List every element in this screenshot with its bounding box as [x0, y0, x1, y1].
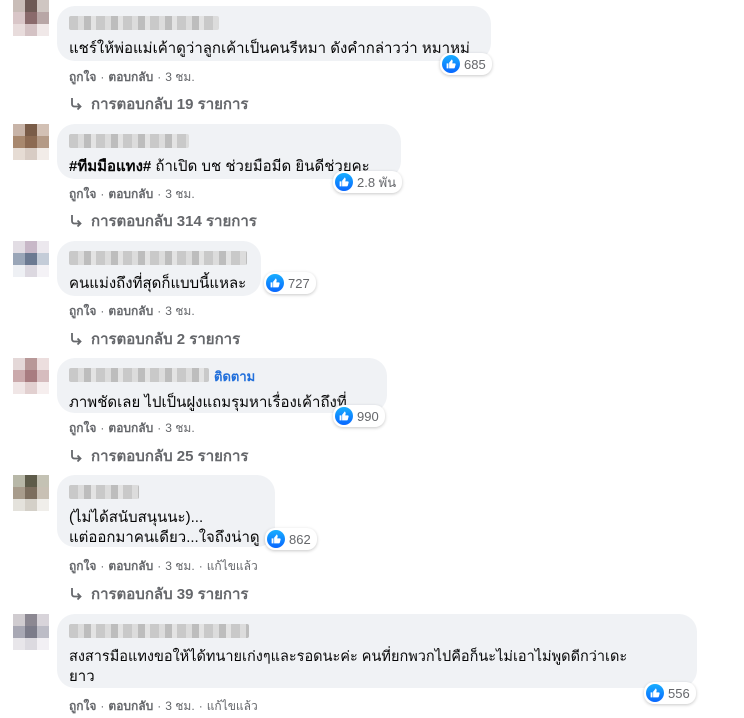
reaction-badge[interactable]: 2.8 พัน: [333, 171, 403, 193]
replies-count-label: การตอบกลับ 314 รายการ: [91, 213, 257, 230]
author-name-blurred[interactable]: [69, 484, 139, 499]
avatar[interactable]: [13, 0, 49, 36]
like-link[interactable]: ถูกใจ: [69, 187, 96, 201]
like-link[interactable]: ถูกใจ: [69, 559, 96, 573]
replies-count-label: การตอบกลับ 39 รายการ: [91, 586, 249, 603]
reply-link[interactable]: ตอบกลับ: [108, 421, 153, 435]
edited-label[interactable]: แก้ไขแล้ว: [207, 559, 258, 573]
hashtag-link[interactable]: #ทีมมือแทง#: [69, 158, 151, 175]
view-replies-link[interactable]: การตอบกลับ 2 รายการ: [69, 327, 240, 351]
author-name-blurred[interactable]: [69, 15, 219, 30]
reply-arrow-icon: [71, 215, 82, 228]
author-name-blurred[interactable]: [69, 133, 189, 148]
reply-link[interactable]: ตอบกลับ: [108, 304, 153, 318]
like-link[interactable]: ถูกใจ: [69, 70, 96, 84]
view-replies-link[interactable]: การตอบกลับ 25 รายการ: [69, 444, 248, 468]
author-name-blurred[interactable]: [69, 250, 247, 265]
follow-link[interactable]: ติดตาม: [214, 369, 255, 384]
like-link[interactable]: ถูกใจ: [69, 304, 96, 318]
comment-text-line-1: สงสารมือแทงขอให้ได้ทนายเก่งๆและรอดนะค่ะ …: [69, 649, 628, 665]
reaction-badge[interactable]: 990: [333, 405, 385, 427]
reaction-badge[interactable]: 685: [440, 53, 492, 75]
timestamp[interactable]: 3 ชม.: [165, 70, 194, 84]
comment-text: คนแม่งถึงที่สุดก็แบบนี้แหละ: [69, 275, 247, 292]
comment-bubble: (ไม่ได้สนับสนุนนะ)... แต่ออกมาคนเดียว...…: [57, 475, 275, 547]
reply-link[interactable]: ตอบกลับ: [108, 699, 153, 713]
comment-actions: ถูกใจ · ตอบกลับ · 3 ชม.: [69, 70, 195, 84]
timestamp[interactable]: 3 ชม.: [165, 304, 194, 318]
author-name-blurred[interactable]: [69, 367, 209, 382]
reply-arrow-icon: [71, 588, 82, 601]
reply-arrow-icon: [71, 333, 82, 346]
like-link[interactable]: ถูกใจ: [69, 699, 96, 713]
avatar[interactable]: [13, 475, 49, 511]
reply-link[interactable]: ตอบกลับ: [108, 70, 153, 84]
comment-bubble: แชร์ให้พ่อแม่เค้าดูว่าลูกเค้าเป็นคนรีหมา…: [57, 6, 491, 61]
comment-text: แชร์ให้พ่อแม่เค้าดูว่าลูกเค้าเป็นคนรีหมา…: [69, 40, 470, 57]
replies-count-label: การตอบกลับ 25 รายการ: [91, 448, 249, 465]
like-icon: [335, 173, 353, 191]
like-icon: [266, 274, 284, 292]
like-icon: [267, 530, 285, 548]
reaction-count: 727: [288, 275, 310, 291]
reaction-count: 2.8 พัน: [357, 174, 397, 190]
comment-actions: ถูกใจ · ตอบกลับ · 3 ชม. · แก้ไขแล้ว: [69, 699, 258, 713]
view-replies-link[interactable]: การตอบกลับ 39 รายการ: [69, 582, 248, 606]
avatar[interactable]: [13, 241, 49, 277]
comment-actions: ถูกใจ · ตอบกลับ · 3 ชม.: [69, 187, 195, 201]
comment-text-line-2: ยาว: [69, 668, 95, 685]
like-link[interactable]: ถูกใจ: [69, 421, 96, 435]
reaction-badge[interactable]: 727: [264, 272, 316, 294]
timestamp[interactable]: 3 ชม.: [165, 421, 194, 435]
author-name-blurred[interactable]: [69, 623, 249, 638]
timestamp[interactable]: 3 ชม.: [165, 559, 194, 573]
avatar[interactable]: [13, 124, 49, 160]
replies-count-label: การตอบกลับ 2 รายการ: [91, 331, 241, 348]
comment-text: ภาพชัดเลย ไปเป็นฝูงแถมรุมหาเรื่องเค้าถึง…: [69, 394, 364, 411]
reply-arrow-icon: [71, 98, 82, 111]
reply-link[interactable]: ตอบกลับ: [108, 187, 153, 201]
timestamp[interactable]: 3 ชม.: [165, 699, 194, 713]
edited-label[interactable]: แก้ไขแล้ว: [207, 699, 258, 713]
comment-bubble: ติดตาม ภาพชัดเลย ไปเป็นฝูงแถมรุมหาเรื่อง…: [57, 358, 387, 413]
reaction-count: 862: [289, 531, 311, 547]
comment-actions: ถูกใจ · ตอบกลับ · 3 ชม.: [69, 304, 195, 318]
reply-arrow-icon: [71, 450, 82, 463]
avatar[interactable]: [13, 358, 49, 394]
like-icon: [646, 684, 664, 702]
comment-text-line-2: แต่ออกมาคนเดียว...ใจถึงน่าดู: [69, 529, 260, 546]
like-icon: [442, 55, 460, 73]
view-replies-link[interactable]: การตอบกลับ 19 รายการ: [69, 92, 248, 116]
reply-link[interactable]: ตอบกลับ: [108, 559, 153, 573]
comment-bubble: สงสารมือแทงขอให้ได้ทนายเก่งๆและรอดนะค่ะ …: [57, 614, 697, 688]
reaction-count: 685: [464, 56, 486, 72]
replies-count-label: การตอบกลับ 19 รายการ: [91, 96, 249, 113]
like-icon: [335, 407, 353, 425]
avatar[interactable]: [13, 614, 49, 650]
reaction-count: 990: [357, 408, 379, 424]
comment-actions: ถูกใจ · ตอบกลับ · 3 ชม.: [69, 421, 195, 435]
reaction-count: 556: [668, 685, 690, 701]
comment-bubble: คนแม่งถึงที่สุดก็แบบนี้แหละ: [57, 241, 261, 296]
reaction-badge[interactable]: 862: [265, 528, 317, 550]
view-replies-link[interactable]: การตอบกลับ 314 รายการ: [69, 209, 257, 233]
comment-actions: ถูกใจ · ตอบกลับ · 3 ชม. · แก้ไขแล้ว: [69, 559, 258, 573]
timestamp[interactable]: 3 ชม.: [165, 187, 194, 201]
comment-text-line-1: (ไม่ได้สนับสนุนนะ)...: [69, 509, 204, 526]
reaction-badge[interactable]: 556: [644, 682, 696, 704]
